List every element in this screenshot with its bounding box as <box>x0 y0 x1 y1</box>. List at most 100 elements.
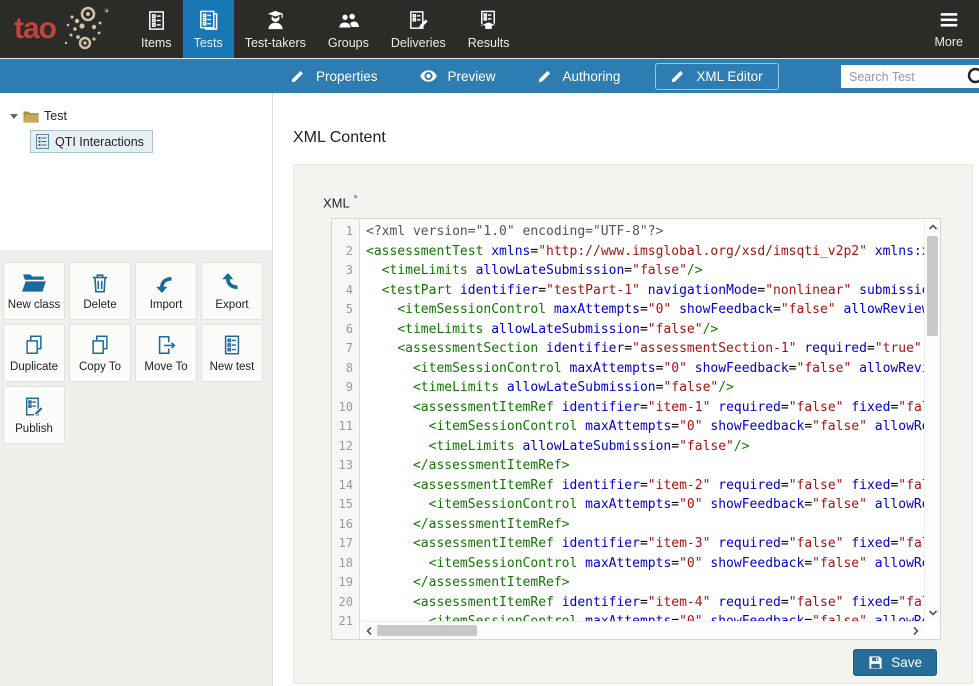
tree-node-qti-interactions[interactable]: QTI Interactions <box>30 130 153 153</box>
code-area[interactable]: <?xml version="1.0" encoding="UTF-8"?><a… <box>361 219 924 621</box>
nav-tab-tests[interactable]: Tests <box>183 0 234 58</box>
nav-tab-label: Deliveries <box>391 36 446 50</box>
tao-logo-text: tao <box>14 14 56 44</box>
duplicate-icon <box>23 334 45 356</box>
action-label: Copy To <box>79 361 121 373</box>
nav-tab-label: Tests <box>194 36 223 50</box>
action-label: Export <box>215 299 248 311</box>
scroll-left-arrow-icon[interactable] <box>361 623 377 639</box>
scroll-up-arrow-icon[interactable] <box>925 219 941 235</box>
duplicate-button[interactable]: Duplicate <box>3 324 65 382</box>
nav-tab-label: Results <box>468 36 510 50</box>
export-icon <box>220 272 244 294</box>
pencil-icon <box>291 69 305 83</box>
code-line: <itemSessionControl maxAttempts="0" show… <box>366 612 924 621</box>
save-label: Save <box>891 655 922 670</box>
registered-mark: ® <box>104 8 109 15</box>
xml-form-panel: XML * 123456789101112131415161718192021 … <box>293 164 973 684</box>
nav-tab-more[interactable]: More <box>919 0 979 58</box>
action-label: New test <box>210 361 255 373</box>
save-button[interactable]: Save <box>853 649 937 676</box>
tab-properties[interactable]: Properties <box>284 63 385 90</box>
code-line: <assessmentItemRef identifier="item-1" r… <box>366 398 924 418</box>
tab-label: Authoring <box>563 69 621 84</box>
tree-node-label: Test <box>44 109 67 123</box>
scroll-down-arrow-icon[interactable] <box>925 605 941 621</box>
action-label: Import <box>150 299 183 311</box>
tree-node-test[interactable]: Test <box>10 109 67 123</box>
publish-icon <box>23 396 45 418</box>
delete-button[interactable]: Delete <box>69 262 131 320</box>
action-label: Duplicate <box>10 361 58 373</box>
tab-label: Preview <box>448 69 496 84</box>
nav-tab-groups[interactable]: Groups <box>317 0 380 58</box>
search-icon[interactable] <box>966 66 979 88</box>
folder-new-icon <box>21 272 47 294</box>
code-line: <itemSessionControl maxAttempts="0" show… <box>366 554 924 574</box>
test-tree: Test QTI Interactions <box>0 93 272 250</box>
caret-down-icon[interactable] <box>10 114 18 119</box>
code-line: <timeLimits allowLateSubmission="false"/… <box>366 320 924 340</box>
view-tabs: Properties Preview Authoring XML Editor <box>284 59 779 93</box>
new-test-button[interactable]: New test <box>201 324 263 382</box>
xml-field-label: XML * <box>323 193 358 210</box>
test-icon <box>36 134 49 149</box>
code-line: <itemSessionControl maxAttempts="0" show… <box>366 359 924 379</box>
move-to-button[interactable]: Move To <box>135 324 197 382</box>
copy-to-button[interactable]: Copy To <box>69 324 131 382</box>
nav-tab-deliveries[interactable]: Deliveries <box>380 0 457 58</box>
items-icon <box>145 9 168 32</box>
tests-icon <box>197 9 220 32</box>
xml-editor-view: XML Content XML * 1234567891011121314151… <box>274 93 979 686</box>
deliveries-icon <box>407 9 430 32</box>
code-line: <itemSessionControl maxAttempts="0" show… <box>366 495 924 515</box>
tao-logo-burst-icon: ® <box>54 3 112 55</box>
action-bar: Properties Preview Authoring XML Editor <box>0 58 979 93</box>
tree-node-label: QTI Interactions <box>55 135 144 149</box>
tree-action-buttons: New class Delete Import Export Dupl <box>0 250 272 686</box>
tab-label: Properties <box>316 69 378 84</box>
line-numbers: 123456789101112131415161718192021 <box>332 219 360 639</box>
export-button[interactable]: Export <box>201 262 263 320</box>
main-nav: Items Tests Test-takers <box>130 0 520 58</box>
code-line: </assessmentItemRef> <box>366 456 924 476</box>
scroll-right-arrow-icon[interactable] <box>908 623 924 639</box>
action-label: Move To <box>144 361 187 373</box>
search-input[interactable] <box>841 70 966 84</box>
horizontal-scrollbar[interactable] <box>361 621 924 639</box>
vertical-scrollbar[interactable] <box>924 219 940 621</box>
library-sidebar: Test QTI Interactions New class Delete <box>0 93 273 686</box>
new-class-button[interactable]: New class <box>3 262 65 320</box>
horizontal-scroll-thumb[interactable] <box>377 625 477 636</box>
import-icon <box>154 272 178 294</box>
test-takers-icon <box>264 9 287 32</box>
nav-tab-results[interactable]: Results <box>457 0 521 58</box>
pencil-icon <box>671 69 685 83</box>
eye-icon <box>420 70 437 82</box>
tab-xml-editor[interactable]: XML Editor <box>655 63 778 90</box>
move-icon <box>155 334 177 356</box>
code-line: </assessmentItemRef> <box>366 515 924 535</box>
tab-authoring[interactable]: Authoring <box>531 63 628 90</box>
vertical-scroll-thumb[interactable] <box>927 236 938 336</box>
import-button[interactable]: Import <box>135 262 197 320</box>
results-icon <box>477 9 500 32</box>
code-line: <assessmentSection identifier="assessmen… <box>366 339 924 359</box>
publish-button[interactable]: Publish <box>3 386 65 444</box>
code-line: <assessmentItemRef identifier="item-3" r… <box>366 534 924 554</box>
code-line: <assessmentItemRef identifier="item-4" r… <box>366 593 924 613</box>
pencil-icon <box>538 69 552 83</box>
nav-more-label: More <box>935 35 963 49</box>
code-line: <assessmentItemRef identifier="item-2" r… <box>366 476 924 496</box>
page-title: XML Content <box>293 129 386 147</box>
tab-preview[interactable]: Preview <box>413 63 503 90</box>
nav-tab-items[interactable]: Items <box>130 0 183 58</box>
more-icon <box>938 9 960 31</box>
code-line: <testPart identifier="testPart-1" naviga… <box>366 281 924 301</box>
tao-logo[interactable]: tao ® <box>0 0 122 58</box>
code-line: <itemSessionControl maxAttempts="0" show… <box>366 417 924 437</box>
top-navbar: tao ® Items <box>0 0 979 58</box>
groups-icon <box>337 9 360 32</box>
nav-tab-test-takers[interactable]: Test-takers <box>234 0 317 58</box>
action-label: Publish <box>15 423 53 435</box>
